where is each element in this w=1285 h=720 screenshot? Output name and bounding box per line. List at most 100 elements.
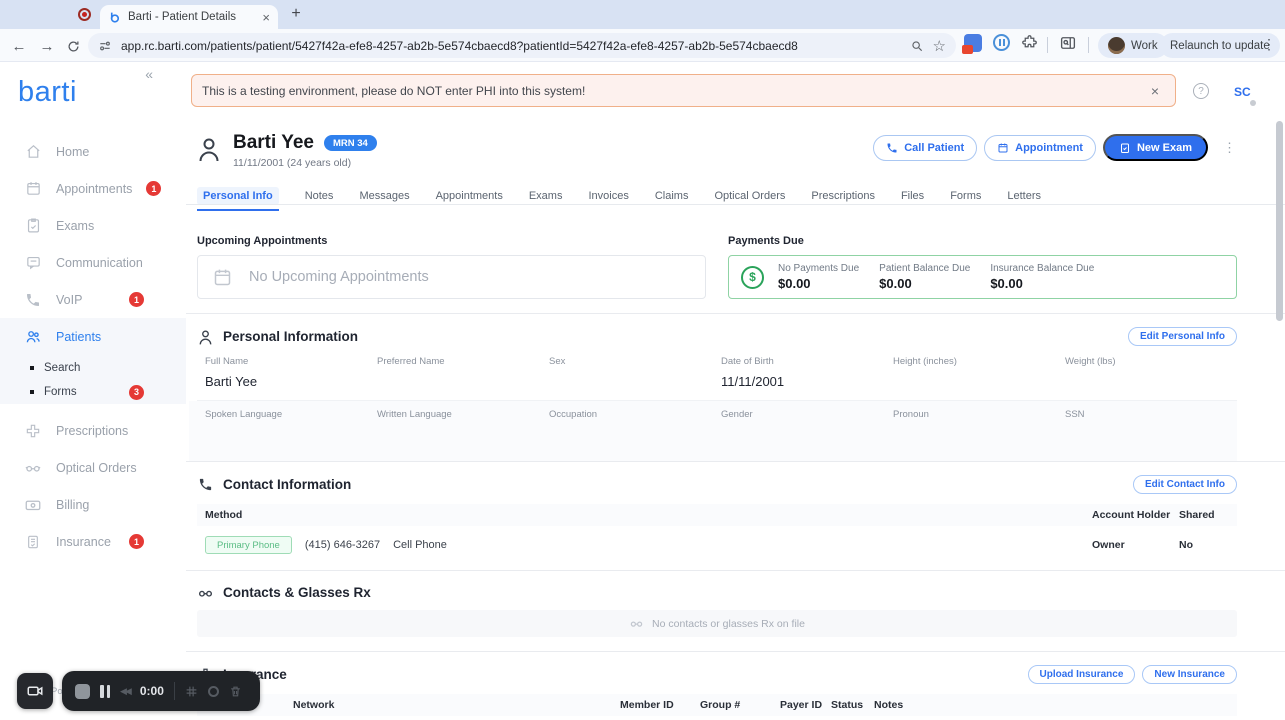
restart-icon[interactable] xyxy=(207,685,219,697)
tab-notes[interactable]: Notes xyxy=(305,190,334,202)
call-patient-button[interactable]: Call Patient xyxy=(873,134,978,161)
profile-chip[interactable]: Work xyxy=(1098,33,1168,58)
sidebar-item-forms[interactable]: Forms 3 xyxy=(0,380,186,404)
insurance-row[interactable]: Medical Example Insurance 123 123 Active… xyxy=(197,716,1237,720)
patients-active-group: Patients Search Forms 3 xyxy=(0,318,186,404)
tab-letters[interactable]: Letters xyxy=(1007,190,1041,202)
patient-overflow-menu-icon[interactable]: ⋮ xyxy=(1223,140,1236,156)
site-controls-icon[interactable] xyxy=(98,39,112,53)
personal-info-title: Personal Information xyxy=(223,329,359,344)
field-full-name: Full Name Barti Yee xyxy=(205,356,258,389)
extensions-puzzle-icon[interactable] xyxy=(1021,34,1038,51)
sidebar-item-voip[interactable]: VoIP 1 xyxy=(0,281,186,318)
extension-icon[interactable] xyxy=(962,34,982,54)
sidebar-item-label: Appointments xyxy=(56,181,133,196)
tab-close-icon[interactable]: × xyxy=(262,11,270,24)
tab-messages[interactable]: Messages xyxy=(359,190,409,202)
tab-files[interactable]: Files xyxy=(901,190,924,202)
side-panel-search-icon[interactable] xyxy=(1059,34,1077,52)
bookmark-star-icon[interactable]: ☆ xyxy=(933,37,946,55)
tab-forms[interactable]: Forms xyxy=(950,190,981,202)
field-gender: Gender xyxy=(721,409,753,420)
new-exam-button[interactable]: New Exam xyxy=(1102,134,1208,161)
payments-due-box: $ No Payments Due $0.00 Patient Balance … xyxy=(728,255,1237,299)
field-height: Height (inches) xyxy=(893,356,957,367)
zoom-icon[interactable] xyxy=(910,39,924,53)
camera-button[interactable] xyxy=(17,673,53,709)
medical-cross-icon xyxy=(24,422,42,440)
column-notes: Notes xyxy=(874,699,904,711)
payment-item: Insurance Balance Due $0.00 xyxy=(990,263,1094,291)
sidebar-item-prescriptions[interactable]: Prescriptions xyxy=(0,412,186,449)
sidebar-item-label: Communication xyxy=(56,255,143,270)
insurance-table-header: Network Member ID Group # Payer ID Statu… xyxy=(197,694,1237,716)
barti-favicon-icon xyxy=(108,11,121,24)
presence-dot xyxy=(1250,100,1256,106)
recorder-toolbar: ◀◀ 0:00 xyxy=(62,671,260,711)
sidebar-item-patients[interactable]: Patients xyxy=(0,318,186,356)
sidebar-collapse-icon[interactable]: « xyxy=(145,66,153,82)
help-icon[interactable]: ? xyxy=(1193,83,1209,99)
patient-name: Barti Yee xyxy=(233,132,314,153)
user-avatar[interactable]: SC xyxy=(1234,85,1251,99)
tab-exams[interactable]: Exams xyxy=(529,190,563,202)
sidebar-item-exams[interactable]: Exams xyxy=(0,207,186,244)
stop-recording-button[interactable] xyxy=(75,683,90,699)
pause-recording-button[interactable] xyxy=(100,684,110,698)
tab-claims[interactable]: Claims xyxy=(655,190,689,202)
column-member-id: Member ID xyxy=(620,699,674,711)
phone-icon xyxy=(886,142,898,154)
field-sex: Sex xyxy=(549,356,566,367)
sidebar-item-label: Prescriptions xyxy=(56,423,129,438)
tab-invoices[interactable]: Invoices xyxy=(588,190,628,202)
sidebar-item-optical-orders[interactable]: Optical Orders xyxy=(0,449,186,486)
edit-personal-info-button[interactable]: Edit Personal Info xyxy=(1127,327,1237,346)
field-occupation: Occupation xyxy=(549,409,598,420)
back-button[interactable]: ← xyxy=(8,35,30,57)
sidebar-item-appointments[interactable]: Appointments 1 xyxy=(0,170,186,207)
new-insurance-button[interactable]: New Insurance xyxy=(1142,665,1237,684)
new-exam-label: New Exam xyxy=(1136,141,1192,154)
recording-indicator-icon xyxy=(78,8,91,21)
field-date-of-birth: Date of Birth 11/11/2001 xyxy=(721,356,785,389)
tab-personal-info[interactable]: Personal Info xyxy=(197,187,279,211)
upcoming-appointments-empty: No Upcoming Appointments xyxy=(197,255,706,299)
dollar-icon: $ xyxy=(741,265,764,289)
tab-optical-orders[interactable]: Optical Orders xyxy=(714,190,785,202)
new-tab-button[interactable]: + xyxy=(286,4,306,24)
drag-handle-icon[interactable] xyxy=(185,685,198,698)
calendar-icon xyxy=(997,142,1009,154)
address-bar[interactable]: app.rc.barti.com/patients/patient/5427f4… xyxy=(88,33,956,58)
rewind-icon[interactable]: ◀◀ xyxy=(120,686,132,697)
main-content: This is a testing environment, please do… xyxy=(186,62,1285,720)
notification-badge: 1 xyxy=(129,292,144,307)
browser-menu-icon[interactable]: ⋮ xyxy=(1262,36,1276,53)
browser-tab[interactable]: Barti - Patient Details × xyxy=(100,5,278,29)
calendar-icon xyxy=(212,267,233,288)
sidebar-item-label: Search xyxy=(44,362,81,374)
phone-type: Cell Phone xyxy=(393,539,447,551)
home-icon xyxy=(24,143,42,161)
forward-button[interactable]: → xyxy=(36,35,58,57)
trash-icon[interactable] xyxy=(229,685,242,698)
reload-button[interactable] xyxy=(62,35,84,57)
tab-prescriptions[interactable]: Prescriptions xyxy=(811,190,875,202)
sidebar-item-search[interactable]: Search xyxy=(0,356,186,380)
url-text[interactable]: app.rc.barti.com/patients/patient/5427f4… xyxy=(121,39,901,53)
sidebar-item-insurance[interactable]: Insurance 1 xyxy=(0,523,186,560)
calendar-icon xyxy=(24,180,42,198)
sidebar-item-home[interactable]: Home xyxy=(0,133,186,170)
contact-row[interactable]: Primary Phone (415) 646-3267 Cell Phone … xyxy=(197,526,1237,566)
tab-appointments[interactable]: Appointments xyxy=(436,190,503,202)
appointment-button[interactable]: Appointment xyxy=(984,134,1096,161)
browser-toolbar: ← → app.rc.barti.com/patients/patient/54… xyxy=(0,29,1285,62)
vertical-scrollbar[interactable] xyxy=(1276,121,1283,321)
sidebar-item-label: Forms xyxy=(44,386,77,398)
edit-contact-info-button[interactable]: Edit Contact Info xyxy=(1133,475,1237,494)
sidebar-item-billing[interactable]: Billing xyxy=(0,486,186,523)
banner-close-icon[interactable]: × xyxy=(1151,83,1159,99)
upload-insurance-button[interactable]: Upload Insurance xyxy=(1027,665,1136,684)
pause-extension-icon[interactable] xyxy=(993,34,1010,51)
sidebar-item-communication[interactable]: Communication xyxy=(0,244,186,281)
sidebar-item-label: Home xyxy=(56,144,90,159)
